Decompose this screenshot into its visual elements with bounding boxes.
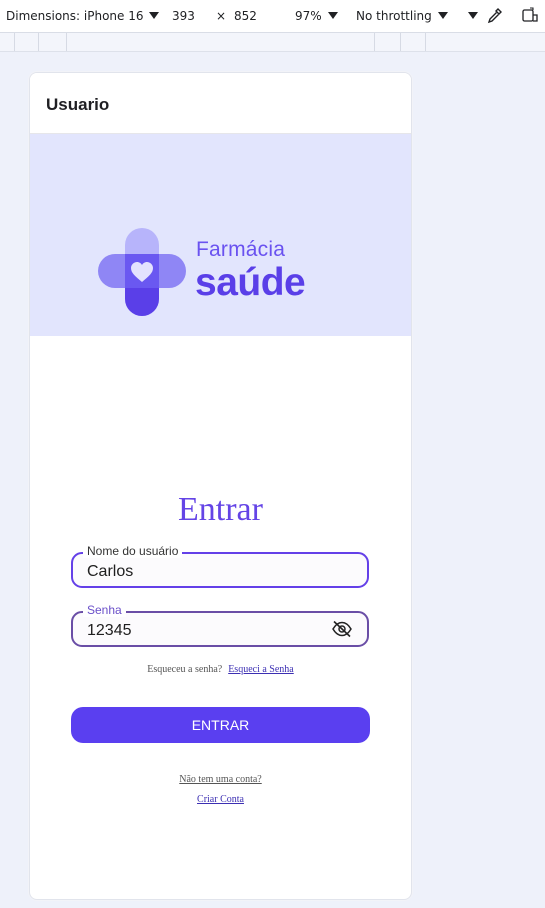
forgot-password-row: Esqueceu a senha? Esqueci a Senha (30, 664, 411, 675)
no-account-text: Não tem uma conta? (179, 774, 262, 785)
ruler-tick (400, 33, 401, 51)
brand-banner: Farmácia saúde (30, 134, 411, 336)
ruler-tick (14, 33, 15, 51)
username-label: Nome do usuário (83, 544, 183, 558)
throttling-label: No throttling (356, 9, 432, 23)
chevron-down-icon (149, 12, 160, 19)
forgot-password-link[interactable]: Esqueci a Senha (228, 664, 294, 675)
password-label: Senha (83, 603, 126, 617)
zoom-label: 97% (295, 9, 322, 23)
device-dimensions-dropdown[interactable]: Dimensions: iPhone 16 (6, 9, 160, 23)
more-options-button[interactable] (462, 9, 478, 23)
username-field[interactable]: Nome do usuário (71, 544, 369, 588)
chevron-down-icon (468, 12, 478, 19)
dimension-separator: × (216, 9, 227, 23)
create-account-link[interactable]: Criar Conta (30, 794, 411, 805)
ruler-tick (66, 33, 67, 51)
ruler-tick (38, 33, 39, 51)
devtools-toolbar: Dimensions: iPhone 16 393 × 852 97% No t… (0, 0, 545, 33)
brand-name-line2: saúde (195, 261, 306, 304)
password-input[interactable] (87, 622, 317, 640)
chevron-down-icon (327, 12, 338, 19)
app-header: Usuario (30, 73, 411, 134)
device-dimensions-label: Dimensions: iPhone 16 (6, 9, 144, 23)
rotate-device-icon[interactable] (521, 7, 539, 24)
ruler-tick (425, 33, 426, 51)
throttling-dropdown[interactable]: No throttling (356, 9, 448, 23)
page-title: Usuario (46, 95, 110, 114)
cross-heart-icon (98, 228, 186, 316)
login-button[interactable]: ENTRAR (71, 707, 370, 743)
media-query-ruler[interactable] (0, 33, 545, 52)
chevron-down-icon (437, 12, 448, 19)
eyedropper-icon[interactable] (486, 7, 503, 24)
login-heading: Entrar (178, 491, 263, 528)
ruler-tick (374, 33, 375, 51)
brand-name-line1: Farmácia (196, 238, 286, 261)
password-field[interactable]: Senha (71, 603, 369, 647)
device-viewport: Usuario Farmácia saúde Entrar Nome do us… (29, 72, 412, 900)
width-input[interactable]: 393 (172, 9, 195, 23)
eye-off-icon[interactable] (331, 620, 353, 638)
zoom-dropdown[interactable]: 97% (295, 9, 338, 23)
username-input[interactable] (87, 563, 317, 581)
forgot-password-prompt: Esqueceu a senha? (147, 664, 223, 675)
height-input[interactable]: 852 (234, 9, 257, 23)
